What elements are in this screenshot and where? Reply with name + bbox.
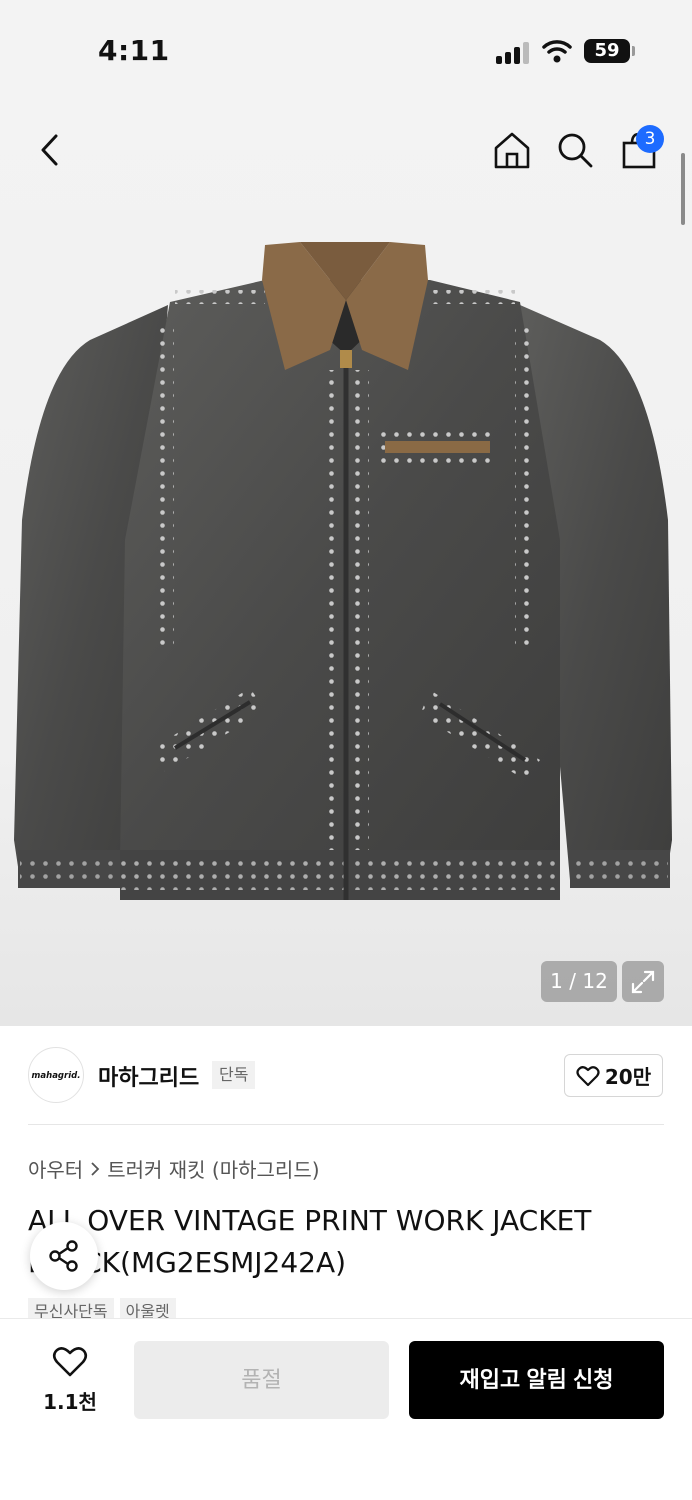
brand-logo[interactable]: mahagrid.	[28, 1047, 84, 1103]
chevron-left-icon	[41, 134, 58, 166]
status-bar: 4:11 59	[0, 0, 692, 100]
restock-alert-button[interactable]: 재입고 알림 신청	[409, 1341, 664, 1419]
heart-icon	[52, 1347, 88, 1377]
scroll-indicator	[681, 153, 685, 225]
expand-icon	[631, 970, 655, 993]
home-icon	[494, 132, 530, 169]
share-button[interactable]	[30, 1222, 98, 1290]
product-image-gallery[interactable]	[0, 100, 692, 1026]
chevron-right-icon	[91, 1161, 100, 1176]
brand-name[interactable]: 마하그리드	[98, 1060, 199, 1092]
cart-count-badge: 3	[636, 125, 664, 153]
breadcrumb-subcategory[interactable]: 트러커 재킷 (마하그리드)	[107, 1154, 319, 1183]
wishlist-button[interactable]: 1.1천	[30, 1346, 110, 1415]
top-navigation	[0, 100, 692, 200]
search-button[interactable]	[553, 128, 597, 172]
breadcrumb: 아우터 트러커 재킷 (마하그리드)	[28, 1154, 320, 1183]
product-image[interactable]	[0, 220, 692, 920]
status-time: 4:11	[98, 34, 170, 67]
wishlist-count: 1.1천	[43, 1390, 97, 1414]
exclusive-badge: 단독	[212, 1061, 256, 1089]
share-icon	[49, 1240, 78, 1272]
battery-indicator: 59	[584, 39, 630, 63]
brand-like-count: 20만	[604, 1065, 652, 1089]
product-title: ALL OVER VINTAGE PRINT WORK JACKET BLACK…	[28, 1204, 592, 1279]
search-icon	[558, 133, 593, 168]
back-button[interactable]	[28, 128, 72, 172]
cellular-signal-icon	[496, 40, 532, 64]
battery-cap	[632, 46, 635, 56]
image-pager: 1 / 12	[541, 961, 617, 1002]
home-button[interactable]	[490, 128, 534, 172]
soldout-button[interactable]: 품절	[134, 1341, 389, 1419]
brand-like-button[interactable]: 20만	[564, 1054, 663, 1097]
divider	[28, 1124, 664, 1125]
heart-icon	[576, 1065, 600, 1086]
wifi-icon	[542, 40, 572, 63]
breadcrumb-category[interactable]: 아우터	[28, 1154, 83, 1183]
expand-image-button[interactable]	[622, 961, 664, 1002]
